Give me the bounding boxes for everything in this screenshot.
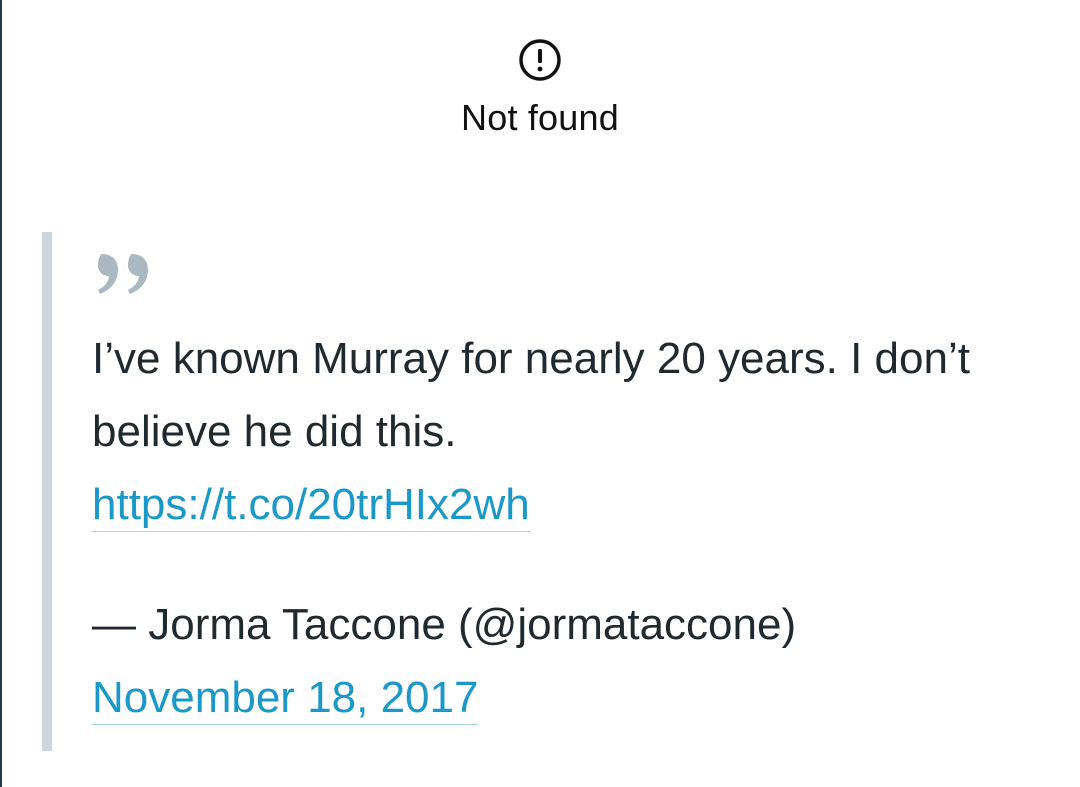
tweet-link[interactable]: https://t.co/20trHIx2wh: [92, 479, 530, 532]
exclamation-circle-icon: [518, 38, 562, 82]
tweet-attribution: — Jorma Taccone (@jormataccone) November…: [92, 588, 1022, 734]
tweet-body: I’ve known Murray for nearly 20 years. I…: [92, 322, 1022, 541]
tweet-date-link[interactable]: November 18, 2017: [92, 672, 479, 725]
not-found-text: Not found: [461, 97, 619, 138]
not-found-message: Not found: [0, 38, 1080, 139]
quote-mark-icon: [98, 250, 154, 300]
embedded-tweet-blockquote: I’ve known Murray for nearly 20 years. I…: [42, 232, 1042, 751]
tweet-author: — Jorma Taccone (@jormataccone): [92, 600, 797, 649]
blockquote-bar: [42, 232, 52, 751]
tweet-text: I’ve known Murray for nearly 20 years. I…: [92, 334, 970, 456]
